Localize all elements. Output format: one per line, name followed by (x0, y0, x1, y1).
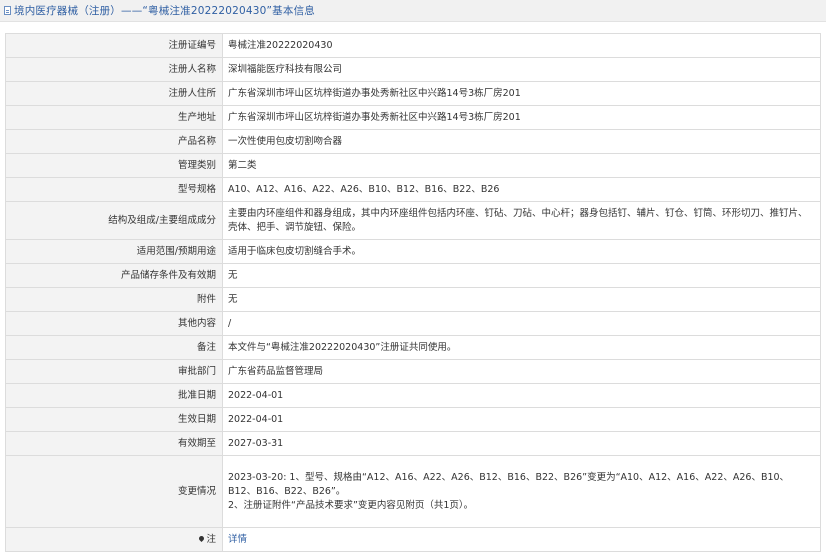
table-row: 型号规格 A10、A12、A16、A22、A26、B10、B12、B16、B22… (5, 177, 821, 202)
row-label: 结构及组成/主要组成成分 (5, 201, 223, 240)
row-value: 深圳福能医疗科技有限公司 (222, 57, 821, 82)
row-label: 其他内容 (5, 311, 223, 336)
row-value: 无 (222, 263, 821, 288)
table-row: 产品名称 一次性使用包皮切割吻合器 (5, 129, 821, 154)
row-value: 广东省药品监督管理局 (222, 359, 821, 384)
table-row: 注 详情 (5, 527, 821, 552)
table-row: 有效期至 2027-03-31 (5, 431, 821, 456)
row-value: 广东省深圳市坪山区坑梓街道办事处秀新社区中兴路14号3栋厂房201 (222, 81, 821, 106)
table-row: 备注 本文件与“粤械注准20222020430”注册证共同使用。 (5, 335, 821, 360)
row-label: 生效日期 (5, 407, 223, 432)
row-value: 2022-04-01 (222, 383, 821, 408)
page-title: 境内医疗器械（注册）——“粤械注准20222020430”基本信息 (14, 5, 315, 17)
row-value: 2027-03-31 (222, 431, 821, 456)
row-value: 适用于临床包皮切割缝合手术。 (222, 239, 821, 264)
row-value: 本文件与“粤械注准20222020430”注册证共同使用。 (222, 335, 821, 360)
table-row: 审批部门 广东省药品监督管理局 (5, 359, 821, 384)
row-value: 2022-04-01 (222, 407, 821, 432)
row-value: 一次性使用包皮切割吻合器 (222, 129, 821, 154)
note-label: 注 (206, 533, 216, 545)
table-row: 注册证编号 粤械注准20222020430 (5, 33, 821, 58)
row-value: 主要由内环座组件和器身组成，其中内环座组件包括内环座、钉砧、刀砧、中心杆；器身包… (222, 201, 821, 240)
note-label-cell: 注 (5, 527, 223, 552)
table-row: 批准日期 2022-04-01 (5, 383, 821, 408)
row-value: 详情 (222, 527, 821, 552)
info-table-container: 注册证编号 粤械注准20222020430 注册人名称 深圳福能医疗科技有限公司… (5, 33, 821, 552)
page-header: 境内医疗器械（注册）——“粤械注准20222020430”基本信息 (0, 0, 826, 22)
change-record-line-2: 2、注册证附件“产品技术要求”变更内容见附页（共1页）。 (228, 499, 474, 511)
row-label: 适用范围/预期用途 (5, 239, 223, 264)
table-row: 生产地址 广东省深圳市坪山区坑梓街道办事处秀新社区中兴路14号3栋厂房201 (5, 105, 821, 130)
row-value: 无 (222, 287, 821, 312)
pin-icon (198, 534, 206, 542)
table-row: 管理类别 第二类 (5, 153, 821, 178)
row-label: 审批部门 (5, 359, 223, 384)
table-row: 生效日期 2022-04-01 (5, 407, 821, 432)
row-label: 有效期至 (5, 431, 223, 456)
details-link[interactable]: 详情 (228, 534, 247, 545)
table-row: 注册人住所 广东省深圳市坪山区坑梓街道办事处秀新社区中兴路14号3栋厂房201 (5, 81, 821, 106)
row-value: / (222, 311, 821, 336)
table-row: 结构及组成/主要组成成分 主要由内环座组件和器身组成，其中内环座组件包括内环座、… (5, 201, 821, 240)
row-value: 广东省深圳市坪山区坑梓街道办事处秀新社区中兴路14号3栋厂房201 (222, 105, 821, 130)
row-label: 管理类别 (5, 153, 223, 178)
document-icon (4, 6, 11, 15)
row-label: 变更情况 (5, 455, 223, 528)
row-label: 生产地址 (5, 105, 223, 130)
row-label: 注册人名称 (5, 57, 223, 82)
change-record-line-1: 2023-03-20: 1、型号、规格由“A12、A16、A22、A26、B12… (228, 471, 790, 497)
row-label: 型号规格 (5, 177, 223, 202)
row-label: 注册人住所 (5, 81, 223, 106)
row-label: 注册证编号 (5, 33, 223, 58)
row-value: 第二类 (222, 153, 821, 178)
row-value: A10、A12、A16、A22、A26、B10、B12、B16、B22、B26 (222, 177, 821, 202)
row-label: 备注 (5, 335, 223, 360)
table-row: 注册人名称 深圳福能医疗科技有限公司 (5, 57, 821, 82)
row-label: 产品名称 (5, 129, 223, 154)
row-value: 粤械注准20222020430 (222, 33, 821, 58)
row-label: 批准日期 (5, 383, 223, 408)
table-row: 适用范围/预期用途 适用于临床包皮切割缝合手术。 (5, 239, 821, 264)
row-label: 附件 (5, 287, 223, 312)
table-row: 其他内容 / (5, 311, 821, 336)
table-row: 附件 无 (5, 287, 821, 312)
row-value: 2023-03-20: 1、型号、规格由“A12、A16、A22、A26、B12… (222, 455, 821, 528)
row-label: 产品储存条件及有效期 (5, 263, 223, 288)
table-row: 产品储存条件及有效期 无 (5, 263, 821, 288)
info-table: 注册证编号 粤械注准20222020430 注册人名称 深圳福能医疗科技有限公司… (5, 33, 821, 552)
table-row: 变更情况 2023-03-20: 1、型号、规格由“A12、A16、A22、A2… (5, 455, 821, 528)
